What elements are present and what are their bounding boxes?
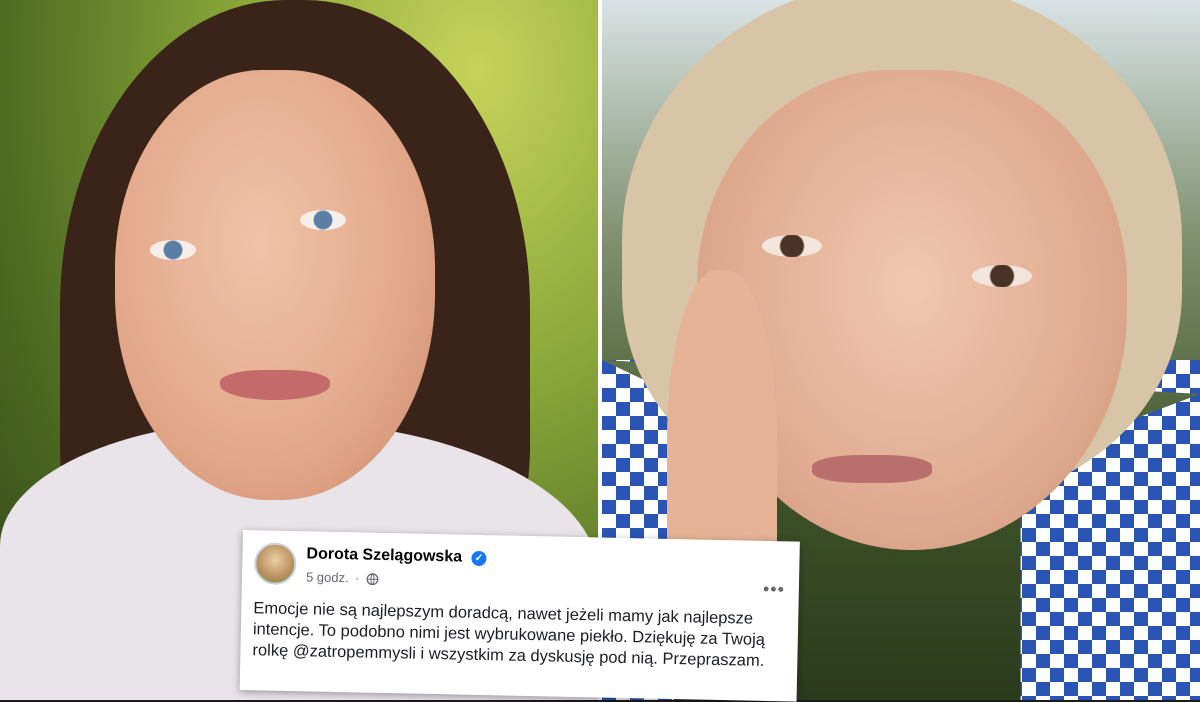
more-options-icon[interactable]: ••• (763, 579, 785, 600)
mouth (220, 370, 330, 400)
mouth (812, 455, 932, 483)
avatar[interactable] (253, 542, 297, 586)
eye (972, 265, 1032, 287)
social-post-card: Dorota Szelągowska ✓ 5 godz. · ••• Emocj… (239, 530, 800, 702)
eye (762, 235, 822, 257)
post-text: Emocje nie są najlepszym doradcą, nawet … (252, 599, 766, 670)
verified-badge-icon: ✓ (471, 550, 487, 567)
eye (150, 240, 196, 260)
eye (300, 210, 346, 230)
post-author[interactable]: Dorota Szelągowska (306, 545, 462, 566)
globe-icon (366, 573, 379, 586)
meta-separator: · (354, 570, 360, 586)
face (115, 70, 435, 500)
post-time[interactable]: 5 godz. (306, 569, 349, 585)
